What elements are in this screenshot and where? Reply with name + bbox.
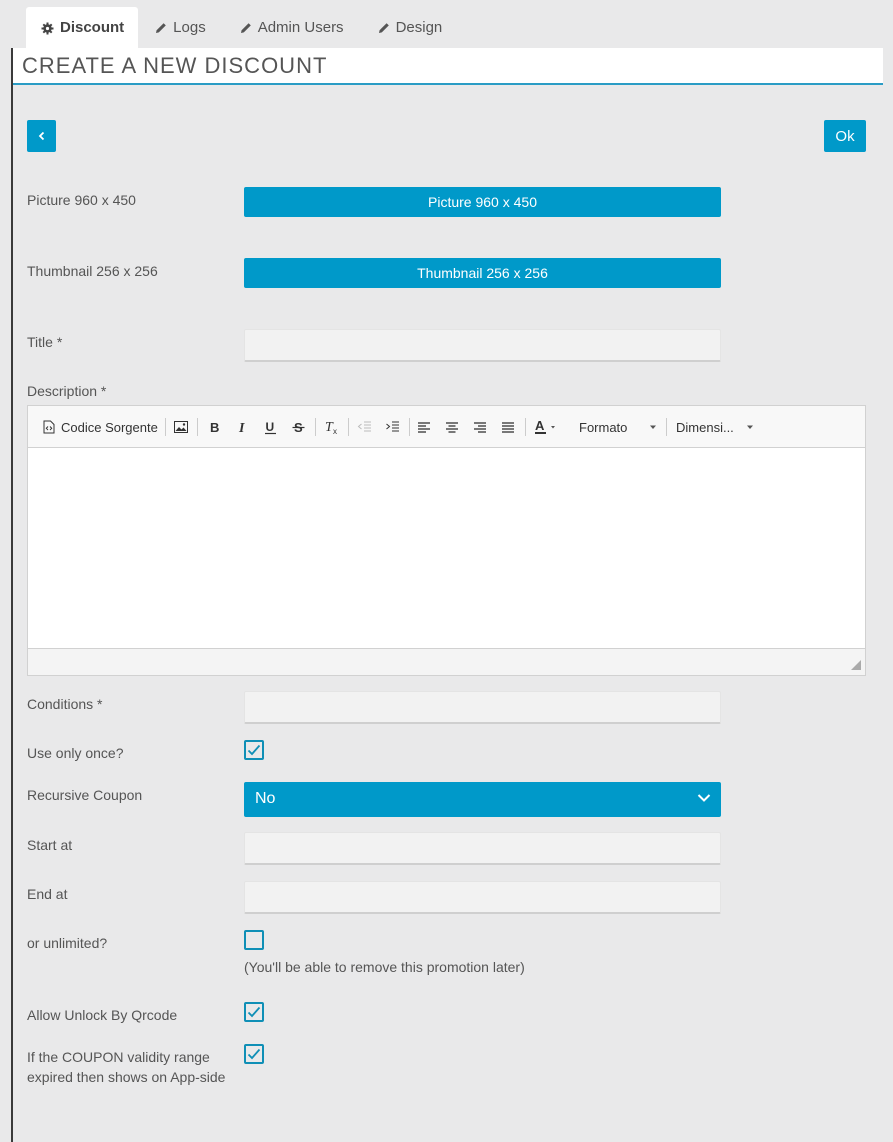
- svg-text:I: I: [238, 421, 245, 434]
- size-label: Dimensi...: [676, 419, 734, 435]
- description-editor: Codice Sorgente B I U T x A Formato Dime…: [27, 405, 866, 676]
- svg-text:U: U: [266, 420, 275, 434]
- tab-discount[interactable]: Discount: [26, 7, 139, 48]
- recursive-coupon-select[interactable]: No: [244, 782, 721, 817]
- end-at-label: End at: [27, 886, 68, 902]
- remove-format-button[interactable]: T x: [324, 417, 339, 437]
- remove-format-icon: T x: [325, 420, 337, 435]
- title-input[interactable]: [244, 329, 721, 362]
- toolbar-divider: [315, 418, 316, 436]
- tab-design[interactable]: Design: [361, 7, 460, 48]
- underline-icon: U: [265, 420, 276, 434]
- qrcode-checkbox[interactable]: [244, 1002, 264, 1022]
- thumbnail-label: Thumbnail 256 x 256: [27, 263, 158, 279]
- tab-label: Discount: [60, 19, 125, 36]
- tab-label: Logs: [173, 19, 206, 36]
- picture-upload-button[interactable]: Picture 960 x 450: [244, 187, 721, 217]
- title-bar: CREATE A NEW DISCOUNT: [13, 48, 883, 85]
- chevron-down-icon: [650, 425, 656, 429]
- ok-button[interactable]: Ok: [824, 120, 866, 152]
- end-at-input[interactable]: [244, 881, 721, 914]
- strikethrough-icon: S: [292, 420, 305, 434]
- source-code-icon: [43, 420, 55, 434]
- bold-icon: B: [210, 420, 219, 434]
- conditions-label: Conditions *: [27, 696, 103, 712]
- page-title: CREATE A NEW DISCOUNT: [22, 53, 328, 78]
- align-justify-button[interactable]: [502, 417, 515, 437]
- use-once-checkbox[interactable]: [244, 740, 264, 760]
- back-button[interactable]: [27, 120, 56, 152]
- pencil-icon: [378, 23, 389, 33]
- unlimited-hint: (You'll be able to remove this promotion…: [244, 959, 525, 975]
- expired-shows-checkbox[interactable]: [244, 1044, 264, 1064]
- tab-label: Design: [395, 19, 443, 36]
- conditions-input[interactable]: [244, 691, 721, 724]
- check-icon: [247, 1006, 261, 1018]
- tab-admin-users[interactable]: Admin Users: [223, 7, 361, 48]
- svg-text:A: A: [535, 419, 545, 433]
- check-icon: [247, 744, 261, 756]
- toolbar-divider: [666, 418, 667, 436]
- use-once-label: Use only once?: [27, 745, 124, 761]
- image-icon: [174, 421, 188, 433]
- format-label: Formato: [579, 419, 628, 435]
- align-center-button[interactable]: [446, 417, 459, 437]
- bold-button[interactable]: B: [209, 417, 221, 437]
- align-center-icon: [446, 421, 458, 433]
- toolbar-divider: [409, 418, 410, 436]
- image-button[interactable]: [174, 417, 188, 437]
- toolbar-divider: [165, 418, 166, 436]
- tab-bar: Discount Logs Admin Users Design: [26, 7, 459, 48]
- resize-handle-icon[interactable]: [851, 660, 861, 670]
- start-at-input[interactable]: [244, 832, 721, 865]
- editor-statusbar: [28, 648, 865, 675]
- align-right-button[interactable]: [474, 417, 487, 437]
- outdent-button[interactable]: [357, 417, 372, 437]
- pencil-icon: [240, 23, 251, 33]
- picture-label: Picture 960 x 450: [27, 192, 136, 208]
- underline-button[interactable]: U: [264, 417, 277, 437]
- outdent-icon: [357, 421, 371, 432]
- title-label: Title *: [27, 334, 63, 350]
- svg-text:x: x: [333, 427, 337, 435]
- check-icon: [247, 1048, 261, 1060]
- indent-icon: [386, 421, 399, 432]
- editor-toolbar: Codice Sorgente B I U T x A Formato Dime…: [28, 406, 865, 448]
- italic-button[interactable]: I: [237, 417, 249, 437]
- source-button[interactable]: Codice Sorgente: [43, 417, 158, 437]
- description-label: Description *: [27, 383, 107, 399]
- pencil-icon: [156, 23, 166, 33]
- format-dropdown[interactable]: Formato: [579, 417, 657, 437]
- chevron-down-icon: [747, 425, 753, 429]
- recursive-coupon-value: No: [255, 790, 276, 807]
- italic-icon: I: [238, 421, 245, 434]
- toolbar-divider: [525, 418, 526, 436]
- start-at-label: Start at: [27, 837, 73, 853]
- gear-icon: [41, 22, 54, 35]
- unlimited-label: or unlimited?: [27, 935, 108, 951]
- text-color-icon: A: [535, 419, 555, 434]
- expired-shows-label: If the COUPON validity range expired the…: [27, 1049, 226, 1085]
- thumbnail-upload-button[interactable]: Thumbnail 256 x 256: [244, 258, 721, 288]
- size-dropdown[interactable]: Dimensi...: [676, 417, 754, 437]
- strikethrough-button[interactable]: S: [292, 417, 305, 437]
- indent-button[interactable]: [385, 417, 400, 437]
- unlimited-checkbox[interactable]: [244, 930, 264, 950]
- source-label: Codice Sorgente: [61, 419, 158, 435]
- align-right-icon: [474, 421, 486, 433]
- qrcode-label: Allow Unlock By Qrcode: [27, 1007, 178, 1023]
- align-justify-icon: [502, 421, 514, 433]
- align-left-button[interactable]: [418, 417, 431, 437]
- chevron-down-icon: [697, 794, 711, 802]
- chevron-left-icon: [38, 131, 44, 141]
- text-color-button[interactable]: A: [534, 417, 558, 437]
- tab-logs[interactable]: Logs: [138, 7, 223, 48]
- editor-content-area[interactable]: [28, 448, 865, 648]
- toolbar-divider: [197, 418, 198, 436]
- svg-text:B: B: [210, 420, 219, 434]
- align-left-icon: [418, 421, 430, 433]
- recursive-coupon-label: Recursive Coupon: [27, 787, 143, 803]
- toolbar-divider: [348, 418, 349, 436]
- tab-label: Admin Users: [257, 19, 344, 36]
